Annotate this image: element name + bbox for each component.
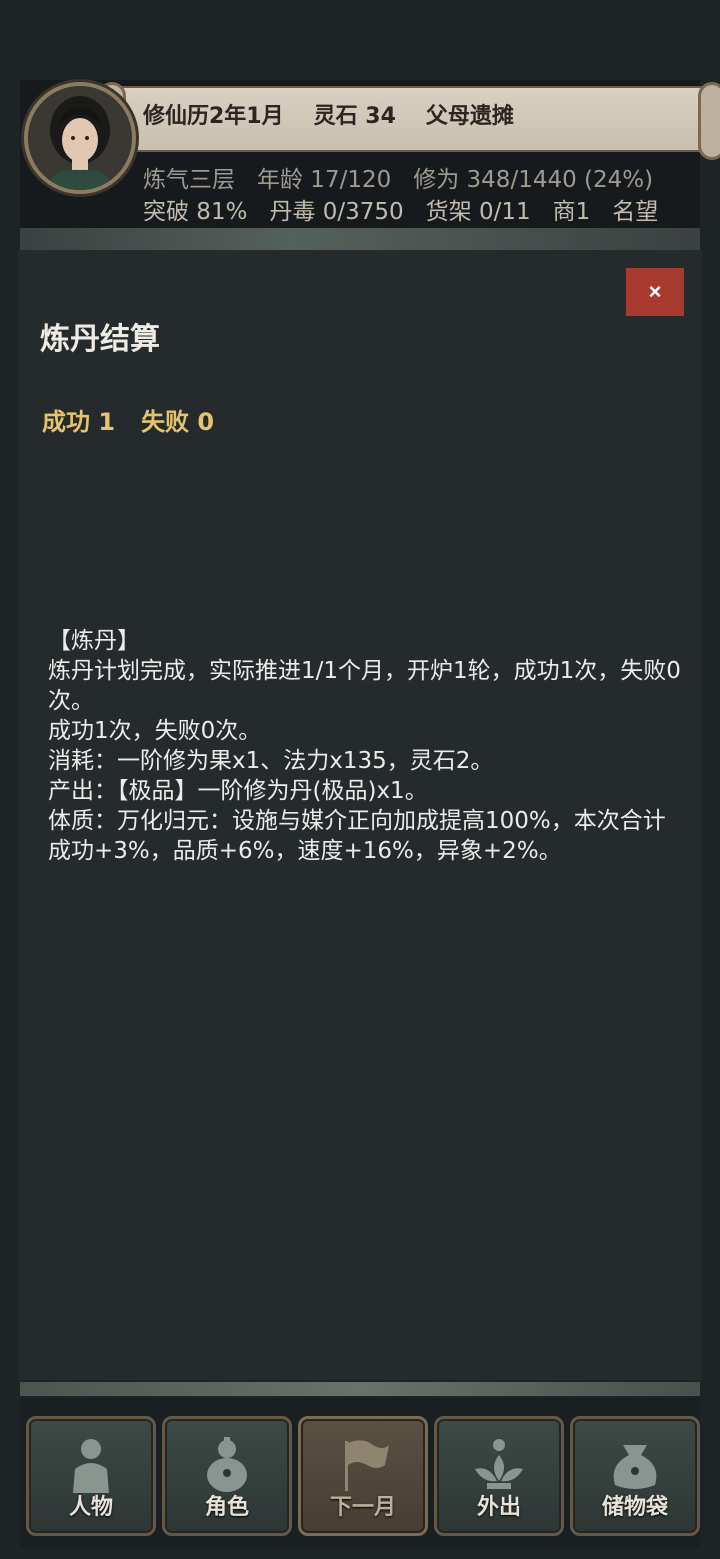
avatar[interactable] [24,82,136,194]
nav-label: 人物 [68,1495,113,1520]
reputation-label: 名望 [612,199,659,225]
alchemy-log: 【炼丹】 炼丹计划完成，实际推进1/1个月，开炉1轮，成功1次，失败0次。 成功… [48,626,688,866]
alchemy-result-dialog: × 炼丹结算 成功 1 失败 0 【炼丹】 炼丹计划完成，实际推进1/1个月，开炉… [18,250,702,1380]
log-line: 成功1次，失败0次。 [48,718,262,744]
log-line: 产出：【极品】一阶修为丹(极品)x1。 [48,778,428,804]
status-header: 修仙历2年1月 灵石 34 父母遗摊 炼气三层 年龄 17/120 修为 348/144… [20,80,720,228]
result-summary: 成功 1 失败 0 [42,402,240,437]
current-event: 父母遗摊 [425,104,514,129]
lotus-icon [475,1439,523,1489]
spirit-stone-count: 灵石 34 [313,104,396,129]
failure-count: 失败 0 [141,408,215,436]
nav-label: 下一月 [329,1495,396,1520]
dialog-title: 炼丹结算 [40,322,160,357]
background-scene [20,228,700,250]
log-line: 消耗：一阶修为果x1、法力x135，灵石2。 [48,748,494,774]
nav-label: 外出 [476,1495,521,1520]
cultivation-label: 修为 348/1440 (24%) [413,167,654,193]
bag-icon [613,1445,657,1489]
nav-label: 角色 [204,1495,249,1520]
person-icon [73,1439,109,1493]
nav-outing-button[interactable]: 外出 [434,1416,564,1536]
status-line-secondary: 炼气三层 年龄 17/120 修为 348/1440 (24%) [143,160,675,194]
background-scene-bottom [20,1382,700,1396]
flag-icon [345,1440,389,1491]
avatar-portrait-icon [28,86,132,190]
log-line: 体质：万化归元：设施与媒介正向加成提高100%，本次合计成功+3%，品质+6%，… [48,808,666,864]
status-line-tertiary: 突破 81% 丹毒 0/3750 货架 0/11 商1 名望 [143,192,680,226]
breakthrough-label: 突破 81% [143,199,248,225]
realm-label: 炼气三层 [143,167,235,193]
merchant-label: 商1 [552,199,591,225]
nav-character-button[interactable]: 角色 [162,1416,292,1536]
bottom-nav: 人物 角色 下一月 外出 储物袋 [20,1398,700,1548]
close-button[interactable]: × [626,268,684,316]
nav-next-month-button[interactable]: 下一月 [298,1416,428,1536]
log-line: 【炼丹】 [48,628,140,654]
calendar-date: 修仙历2年1月 [143,104,284,129]
status-line-primary: 修仙历2年1月 灵石 34 父母遗摊 [143,98,544,130]
pill-toxicity-label: 丹毒 0/3750 [269,199,404,225]
gourd-icon [207,1437,247,1492]
nav-label: 储物袋 [601,1495,668,1520]
log-line: 炼丹计划完成，实际推进1/1个月，开炉1轮，成功1次，失败0次。 [48,658,681,714]
success-count: 成功 1 [42,408,116,436]
age-label: 年龄 17/120 [257,167,392,193]
nav-storage-bag-button[interactable]: 储物袋 [570,1416,700,1536]
shelf-label: 货架 0/11 [425,199,531,225]
nav-person-button[interactable]: 人物 [26,1416,156,1536]
